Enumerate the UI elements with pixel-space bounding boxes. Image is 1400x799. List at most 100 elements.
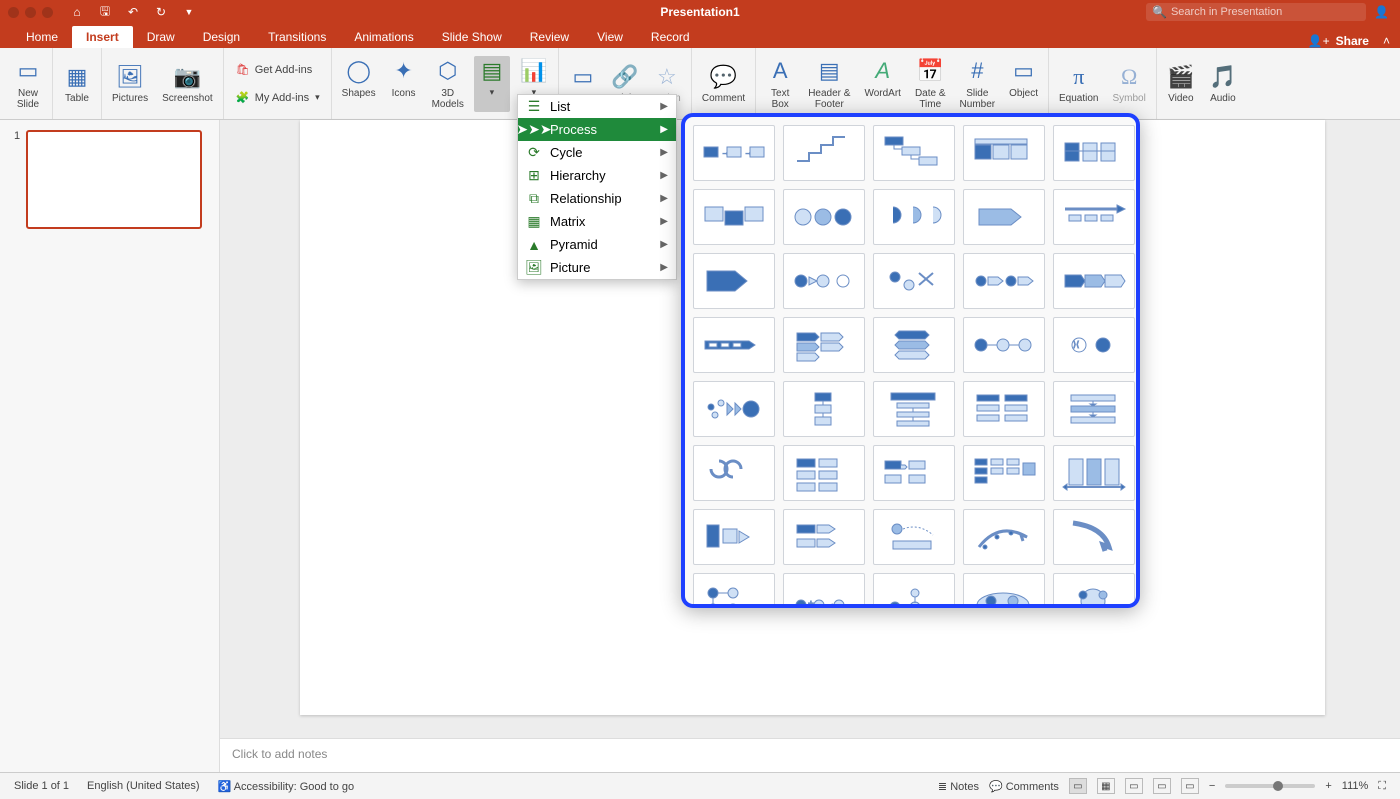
qat-more-icon[interactable]: ▼ (181, 7, 197, 17)
smartart-list[interactable]: ☰List▶ (518, 95, 676, 118)
3d-models-button[interactable]: ⬡ 3D Models (428, 56, 468, 112)
process-layout-40[interactable] (1053, 573, 1135, 608)
process-layout-37[interactable]: +→ (783, 573, 865, 608)
wordart-button[interactable]: AWordArt (860, 56, 905, 112)
process-layout-29[interactable] (963, 445, 1045, 501)
icons-button[interactable]: ✦ Icons (386, 56, 422, 112)
comments-toggle[interactable]: 💬 Comments (989, 780, 1059, 793)
process-layout-19[interactable] (963, 317, 1045, 373)
audio-button[interactable]: 🎵Audio (1205, 61, 1241, 106)
tab-review[interactable]: Review (516, 26, 583, 48)
process-layout-11[interactable] (693, 253, 775, 309)
process-layout-13[interactable] (873, 253, 955, 309)
process-layout-21[interactable] (693, 381, 775, 437)
smartart-process[interactable]: ➤➤➤Process▶ (518, 118, 676, 141)
smartart-hierarchy[interactable]: ⊞Hierarchy▶ (518, 164, 676, 187)
my-addins-button[interactable]: 🧩 My Add-ins ▾ (232, 88, 323, 108)
tab-home[interactable]: Home (12, 26, 72, 48)
smartart-picture[interactable]: 🖼Picture▶ (518, 256, 676, 279)
process-layout-24[interactable] (963, 381, 1045, 437)
process-layout-3[interactable] (873, 125, 955, 181)
notes-input[interactable]: Click to add notes (220, 738, 1400, 772)
slide-thumbnail-1[interactable] (26, 130, 202, 229)
tab-slideshow[interactable]: Slide Show (428, 26, 516, 48)
process-layout-5[interactable] (1053, 125, 1135, 181)
process-layout-38[interactable] (873, 573, 955, 608)
process-layout-27[interactable] (783, 445, 865, 501)
symbol-button[interactable]: ΩSymbol (1109, 61, 1150, 106)
view-normal-button[interactable]: ▭ (1069, 778, 1087, 794)
video-button[interactable]: 🎬Video (1163, 61, 1199, 106)
process-layout-9[interactable] (963, 189, 1045, 245)
home-icon[interactable]: ⌂ (69, 5, 85, 19)
process-layout-30[interactable] (1053, 445, 1135, 501)
process-layout-39[interactable] (963, 573, 1045, 608)
process-layout-34[interactable] (963, 509, 1045, 565)
zoom-out-button[interactable]: − (1209, 780, 1215, 792)
tab-view[interactable]: View (583, 26, 637, 48)
process-layout-32[interactable] (783, 509, 865, 565)
process-layout-26[interactable] (693, 445, 775, 501)
date-time-button[interactable]: 📅Date & Time (911, 56, 950, 112)
process-layout-12[interactable] (783, 253, 865, 309)
tab-animations[interactable]: Animations (340, 26, 427, 48)
tab-record[interactable]: Record (637, 26, 704, 48)
textbox-button[interactable]: AText Box (762, 56, 798, 112)
notes-toggle[interactable]: ≣ Notes (938, 780, 979, 793)
tab-transitions[interactable]: Transitions (254, 26, 340, 48)
process-layout-18[interactable] (873, 317, 955, 373)
view-presenter-button[interactable]: ▭ (1181, 778, 1199, 794)
object-button[interactable]: ▭Object (1005, 56, 1042, 112)
view-reading-button[interactable]: ▭ (1125, 778, 1143, 794)
process-layout-35[interactable] (1053, 509, 1135, 565)
new-slide-button[interactable]: ▭ New Slide (10, 56, 46, 112)
redo-icon[interactable]: ↻ (153, 5, 169, 19)
zoom-slider[interactable] (1225, 784, 1315, 788)
process-layout-2[interactable] (783, 125, 865, 181)
screenshot-button[interactable]: 📷 Screenshot (158, 61, 217, 106)
process-layout-25[interactable] (1053, 381, 1135, 437)
maximize-window-icon[interactable] (42, 7, 53, 18)
equation-button[interactable]: πEquation (1055, 61, 1102, 106)
search-box[interactable]: 🔍 (1146, 3, 1366, 21)
shapes-button[interactable]: ◯ Shapes (338, 56, 380, 112)
smartart-cycle[interactable]: ⟳Cycle▶ (518, 141, 676, 164)
get-addins-button[interactable]: 🛍 Get Add-ins (232, 60, 315, 80)
process-layout-28[interactable] (873, 445, 955, 501)
save-icon[interactable]: 🖫 (97, 2, 113, 23)
zoom-value[interactable]: 111% (1342, 780, 1369, 792)
process-layout-31[interactable] (693, 509, 775, 565)
view-slideshow-button[interactable]: ▭ (1153, 778, 1171, 794)
zoom-in-button[interactable]: + (1325, 780, 1331, 792)
slide-thumbnail-panel[interactable]: 1 (0, 120, 220, 772)
traffic-lights[interactable] (8, 7, 53, 18)
share-icon[interactable]: 👤+ (1308, 34, 1330, 48)
undo-icon[interactable]: ↶ (125, 5, 141, 19)
process-layout-20[interactable]: ⟩⟨ (1053, 317, 1135, 373)
user-avatar-icon[interactable]: 👤 (1374, 5, 1392, 19)
share-button[interactable]: Share (1336, 34, 1369, 48)
tab-insert[interactable]: Insert (72, 26, 133, 48)
process-layout-10[interactable] (1053, 189, 1135, 245)
view-sorter-button[interactable]: ▦ (1097, 778, 1115, 794)
tab-design[interactable]: Design (189, 26, 254, 48)
slide-number-button[interactable]: #Slide Number (956, 56, 1000, 112)
process-layout-6[interactable] (693, 189, 775, 245)
process-layout-22[interactable] (783, 381, 865, 437)
process-layout-33[interactable] (873, 509, 955, 565)
process-layout-4[interactable] (963, 125, 1045, 181)
process-layout-23[interactable] (873, 381, 955, 437)
header-footer-button[interactable]: ▤Header & Footer (804, 56, 854, 112)
tab-draw[interactable]: Draw (133, 26, 189, 48)
process-layout-7[interactable] (783, 189, 865, 245)
smartart-relationship[interactable]: ⧉Relationship▶ (518, 187, 676, 210)
process-layout-36[interactable] (693, 573, 775, 608)
search-input[interactable] (1171, 6, 1351, 18)
language-indicator[interactable]: English (United States) (87, 780, 200, 792)
minimize-window-icon[interactable] (25, 7, 36, 18)
table-button[interactable]: ▦ Table (59, 61, 95, 106)
close-window-icon[interactable] (8, 7, 19, 18)
process-layout-8[interactable] (873, 189, 955, 245)
accessibility-status[interactable]: ♿ Accessibility: Good to go (218, 780, 355, 793)
collapse-ribbon-icon[interactable]: ˄ (1383, 34, 1390, 48)
